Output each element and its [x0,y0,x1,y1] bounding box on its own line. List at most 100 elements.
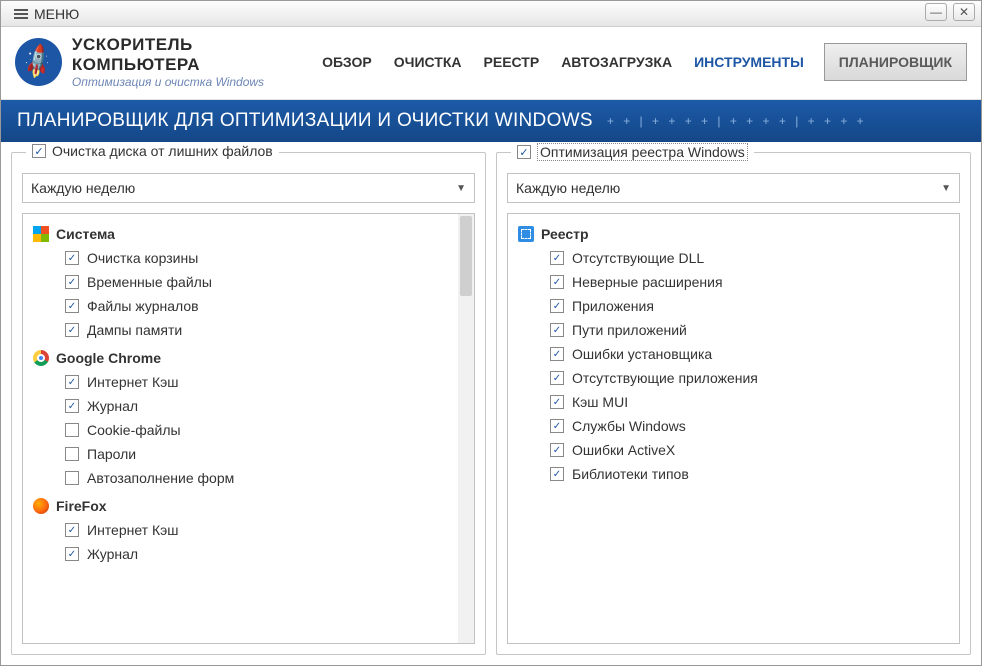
rocket-icon: 🚀 [18,42,59,83]
tree-item-checkbox[interactable] [65,471,79,485]
disk-cleanup-checkbox[interactable]: ✓ [32,144,46,158]
tree-group-items: Отсутствующие DLL Неверные расширения Прил… [514,246,953,486]
tree-item-checkbox[interactable] [65,299,79,313]
tree-item-label: Очистка корзины [87,250,198,266]
tree-item-label: Неверные расширения [572,274,723,290]
tree-item-label: Временные файлы [87,274,212,290]
tree-group-header[interactable]: Система [29,222,452,246]
menu-button[interactable]: МЕНЮ [5,3,88,25]
tree-item[interactable]: Интернет Кэш [63,370,452,394]
tree-item[interactable]: Файлы журналов [63,294,452,318]
registry-optimization-legend[interactable]: ✓ Оптимизация реестра Windows [511,143,754,161]
tree-item[interactable]: Cookie-файлы [63,418,452,442]
disk-cleanup-schedule-value: Каждую неделю [31,180,135,196]
tree-item-label: Отсутствующие приложения [572,370,758,386]
tree-item-checkbox[interactable] [65,547,79,561]
tree-item[interactable]: Ошибки ActiveX [548,438,953,462]
tree-item-label: Приложения [572,298,654,314]
tree-item[interactable]: Очистка корзины [63,246,452,270]
nav-tools[interactable]: ИНСТРУМЕНТЫ [692,50,806,74]
tree-item-checkbox[interactable] [65,251,79,265]
tree-group-header[interactable]: Google Chrome [29,346,452,370]
tree-item[interactable]: Автозаполнение форм [63,466,452,490]
tree-item-checkbox[interactable] [65,399,79,413]
chevron-down-icon: ▼ [456,183,466,194]
chevron-down-icon: ▼ [941,183,951,194]
tree-item-checkbox[interactable] [550,443,564,457]
tree-item[interactable]: Интернет Кэш [63,518,452,542]
nav-overview[interactable]: ОБЗОР [320,50,374,74]
tree-item-checkbox[interactable] [65,447,79,461]
nav-startup[interactable]: АВТОЗАГРУЗКА [559,50,674,74]
menu-label: МЕНЮ [34,6,79,22]
tree-item[interactable]: Отсутствующие DLL [548,246,953,270]
tree-item[interactable]: Неверные расширения [548,270,953,294]
banner-decoration: + + | + + + + | + + + + | + + + + [607,114,965,128]
tree-item[interactable]: Журнал [63,394,452,418]
tree-item-checkbox[interactable] [550,251,564,265]
tree-item-label: Пути приложений [572,322,687,338]
registry-optimization-checkbox[interactable]: ✓ [517,145,531,159]
brand: 🚀 УСКОРИТЕЛЬ КОМПЬЮТЕРА Оптимизация и оч… [15,35,320,89]
close-button[interactable]: ✕ [953,3,975,21]
tree-item-label: Пароли [87,446,136,462]
tree-item-checkbox[interactable] [550,419,564,433]
tree-item[interactable]: Временные файлы [63,270,452,294]
tree-item[interactable]: Ошибки установщика [548,342,953,366]
tree-item[interactable]: Дампы памяти [63,318,452,342]
tree-group-header[interactable]: Реестр [514,222,953,246]
tree-item[interactable]: Пароли [63,442,452,466]
tree-group-header[interactable]: FireFox [29,494,452,518]
banner-title: ПЛАНИРОВЩИК ДЛЯ ОПТИМИЗАЦИИ И ОЧИСТКИ WI… [17,110,593,132]
tree-item-checkbox[interactable] [550,467,564,481]
registry-tree-inner[interactable]: Реестр Отсутствующие DLL Неверные расширен… [508,214,959,643]
tree-item-checkbox[interactable] [550,395,564,409]
disk-cleanup-panel: ✓ Очистка диска от лишних файлов Каждую … [11,152,486,655]
tree-item-checkbox[interactable] [550,323,564,337]
tree-group-items: Интернет Кэш Журнал [29,518,452,566]
minimize-button[interactable]: — [925,3,947,21]
tree-item-label: Интернет Кэш [87,522,179,538]
nav-cleaning[interactable]: ОЧИСТКА [392,50,464,74]
registry-schedule-value: Каждую неделю [516,180,620,196]
tree-item-checkbox[interactable] [65,423,79,437]
tree-item-label: Журнал [87,398,138,414]
scheduler-button[interactable]: ПЛАНИРОВЩИК [824,43,967,81]
tree-item-label: Интернет Кэш [87,374,179,390]
disk-cleanup-tree-inner[interactable]: Система Очистка корзины Временные файлы Фай… [23,214,458,643]
disk-cleanup-legend[interactable]: ✓ Очистка диска от лишних файлов [26,143,279,159]
tree-item-checkbox[interactable] [550,347,564,361]
tree-group-label: Google Chrome [56,350,161,366]
header: 🚀 УСКОРИТЕЛЬ КОМПЬЮТЕРА Оптимизация и оч… [1,27,981,100]
titlebar: МЕНЮ — ✕ [1,1,981,27]
tree-item-checkbox[interactable] [65,375,79,389]
main-nav: ОБЗОР ОЧИСТКА РЕЕСТР АВТОЗАГРУЗКА ИНСТРУ… [320,43,967,81]
chrome-icon [33,350,49,366]
tree-item-label: Отсутствующие DLL [572,250,704,266]
tree-group: FireFox Интернет Кэш Журнал [29,494,452,566]
disk-cleanup-schedule-dropdown[interactable]: Каждую неделю ▼ [22,173,475,203]
scrollbar-thumb[interactable] [460,216,472,296]
registry-schedule-dropdown[interactable]: Каждую неделю ▼ [507,173,960,203]
disk-cleanup-scrollbar[interactable] [458,214,474,643]
tree-item[interactable]: Пути приложений [548,318,953,342]
app-logo-icon: 🚀 [15,38,62,86]
window-controls: — ✕ [925,3,975,21]
tree-item[interactable]: Службы Windows [548,414,953,438]
tree-item[interactable]: Журнал [63,542,452,566]
tree-item-checkbox[interactable] [65,275,79,289]
tree-item[interactable]: Библиотеки типов [548,462,953,486]
tree-item-checkbox[interactable] [65,323,79,337]
tree-group-items: Интернет Кэш Журнал Cookie-файлы Пароли Авто… [29,370,452,490]
nav-registry[interactable]: РЕЕСТР [482,50,542,74]
tree-item-checkbox[interactable] [550,275,564,289]
tree-item[interactable]: Приложения [548,294,953,318]
tree-item-checkbox[interactable] [65,523,79,537]
tree-item[interactable]: Отсутствующие приложения [548,366,953,390]
tree-item-checkbox[interactable] [550,299,564,313]
tree-item-label: Службы Windows [572,418,686,434]
tree-item-label: Файлы журналов [87,298,199,314]
tree-item-checkbox[interactable] [550,371,564,385]
tree-item[interactable]: Кэш MUI [548,390,953,414]
brand-title: УСКОРИТЕЛЬ КОМПЬЮТЕРА [72,35,320,75]
